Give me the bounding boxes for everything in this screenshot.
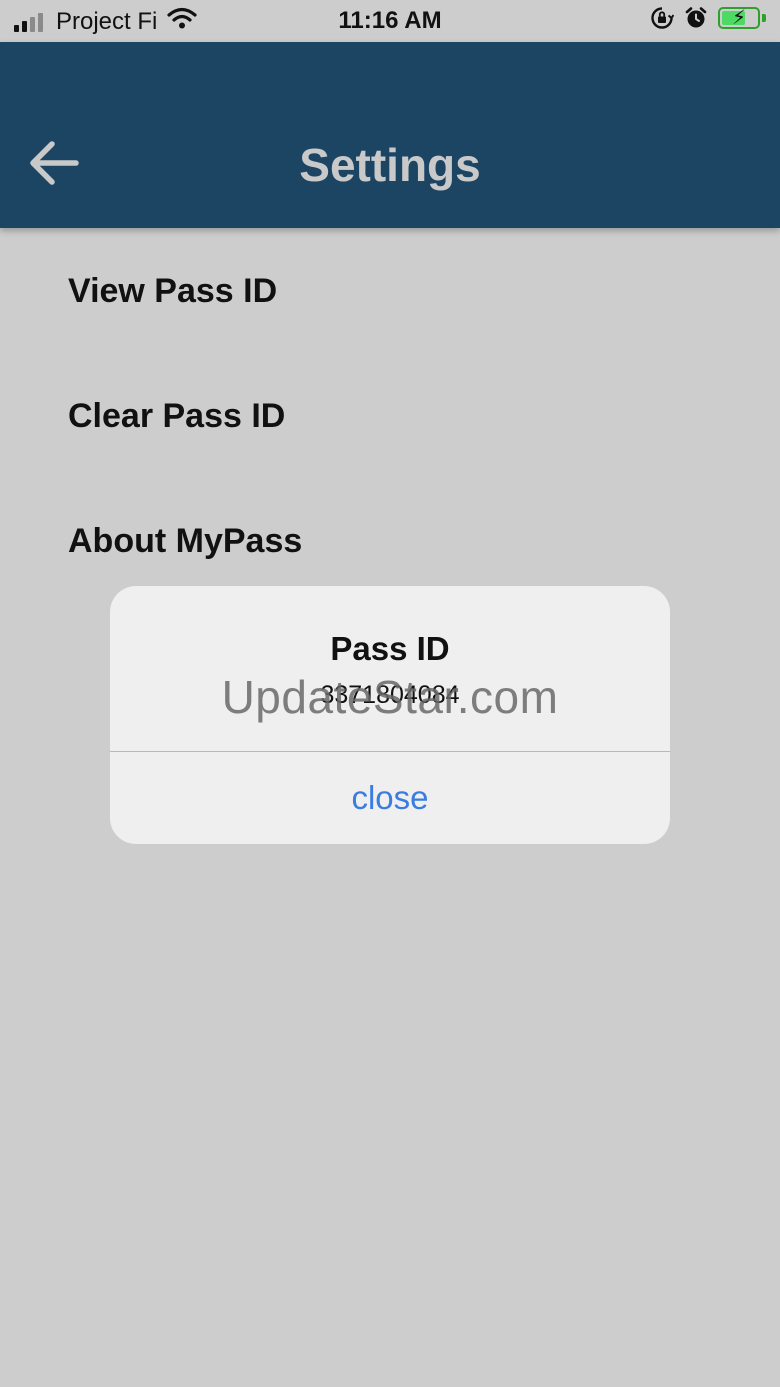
- pass-id-alert: Pass ID 3371804084 close: [110, 586, 670, 844]
- page-title: Settings: [299, 139, 481, 191]
- status-bar: Project Fi 11:16 AM ⚡: [0, 0, 780, 42]
- battery-charging-icon: ⚡: [718, 7, 766, 29]
- menu-item-about-mypass[interactable]: About MyPass: [68, 522, 302, 561]
- alarm-icon: [684, 6, 708, 30]
- menu-item-clear-pass-id[interactable]: Clear Pass ID: [68, 397, 285, 436]
- alert-message: 3371804084: [320, 681, 460, 709]
- status-right: ⚡: [640, 6, 766, 30]
- close-button[interactable]: close: [110, 752, 670, 844]
- alert-title: Pass ID: [330, 630, 450, 667]
- menu-item-view-pass-id[interactable]: View Pass ID: [68, 272, 277, 311]
- app-header: Settings: [0, 42, 780, 228]
- orientation-lock-icon: [650, 6, 674, 30]
